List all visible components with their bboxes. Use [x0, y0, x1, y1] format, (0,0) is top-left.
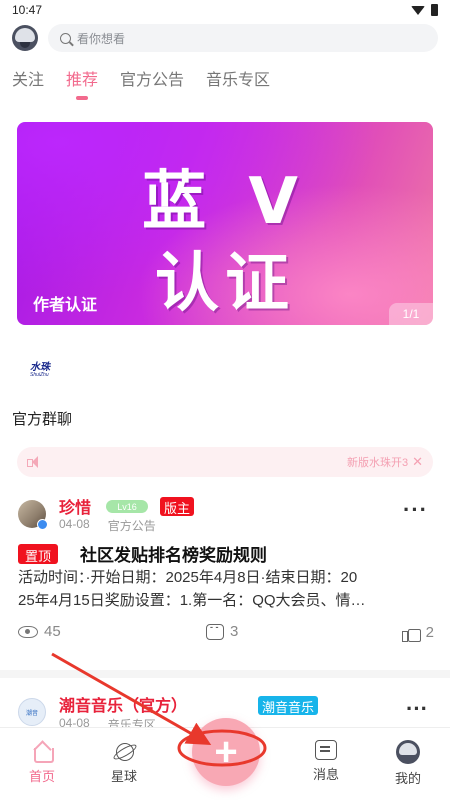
shuizhu-logo[interactable]: 水珠 ShuiZhu [30, 358, 70, 380]
banner-headline-line1: 蓝 V [142, 165, 308, 239]
post-stats: 45 3 2 [18, 622, 434, 645]
search-row: 看你想看 [12, 24, 438, 52]
wifi-icon [411, 5, 425, 15]
post-category: 官方公告 [107, 519, 156, 533]
comment-icon [206, 622, 224, 640]
tab-music-zone[interactable]: 音乐专区 [206, 66, 270, 100]
search-placeholder: 看你想看 [77, 31, 126, 46]
status-icons [411, 4, 438, 16]
verified-badge-icon [37, 519, 48, 530]
nav-planet[interactable]: 星球 [94, 740, 154, 785]
post2-more-options-button[interactable]: ··· [406, 698, 428, 720]
status-time: 10:47 [12, 3, 43, 17]
thumbs-up-icon [401, 623, 421, 642]
views-count: 45 [44, 623, 61, 640]
banner-page-indicator: 1/1 [389, 303, 433, 325]
tab-recommend[interactable]: 推荐 [66, 66, 98, 100]
post-date: 04-08 [59, 517, 90, 531]
group-chat-title: 官方群聊 [12, 411, 73, 428]
search-input[interactable]: 看你想看 [48, 24, 438, 52]
nav-messages-label: 消息 [312, 767, 339, 782]
tab-official-announcements[interactable]: 官方公告 [120, 66, 184, 100]
banner-carousel[interactable]: 蓝 V 认证 作者认证 1/1 [17, 122, 433, 325]
comments-button[interactable]: 3 [206, 622, 239, 640]
views-stat: 45 [18, 623, 61, 640]
post-title[interactable]: 社区发贴排名榜奖励规则 [80, 541, 267, 566]
notice-bar[interactable]: 新版水珠开3 ✕ [17, 447, 433, 477]
tab-follow[interactable]: 关注 [12, 66, 44, 100]
post-author-name[interactable]: 珍惜 [59, 494, 91, 518]
user-avatar[interactable] [12, 25, 38, 51]
level-badge: Lv16 [106, 500, 148, 513]
nav-home[interactable]: 首页 [12, 740, 72, 785]
shuizhu-logo-text: 水珠 [30, 362, 50, 373]
notice-text: 新版水珠开3 [346, 457, 409, 469]
profile-icon [396, 740, 420, 764]
nav-home-label: 首页 [28, 769, 55, 784]
like-button[interactable]: 2 [401, 623, 434, 642]
post-divider [0, 670, 450, 678]
search-icon [60, 32, 71, 44]
eye-icon [18, 625, 38, 638]
nav-profile-label: 我的 [394, 771, 421, 786]
battery-icon [431, 4, 438, 16]
post-body-line2: 25年4月15日奖励设置：1.第一名：QQ大会员、情… [18, 592, 366, 609]
post2-author-avatar[interactable]: 潮音 [18, 698, 46, 726]
more-options-button[interactable]: ··· [403, 499, 428, 521]
pinned-badge: 置顶 [18, 544, 59, 564]
post2-tag-badge: 潮音音乐 [258, 696, 319, 715]
home-icon [31, 740, 54, 763]
post-meta: 04-08 官方公告 [59, 517, 156, 534]
shuizhu-logo-subtext: ShuiZhu [30, 372, 49, 378]
post2-author-name[interactable]: 潮音音乐（官方） [59, 692, 187, 716]
post-author-avatar[interactable] [18, 500, 48, 530]
close-icon[interactable]: ✕ [412, 454, 423, 470]
speaker-icon [27, 456, 41, 468]
tab-bar: 关注 推荐 官方公告 音乐专区 [12, 66, 270, 100]
post-body-line1: 活动时间：·开始日期：2025年4月8日·结束日期：20 [18, 569, 358, 586]
annotation-overlay [51, 652, 267, 767]
message-icon [315, 740, 337, 760]
likes-count: 2 [425, 623, 434, 641]
nav-messages[interactable]: 消息 [296, 740, 356, 783]
comments-count: 3 [230, 623, 239, 640]
create-post-button[interactable]: + [192, 718, 260, 786]
moderator-badge: 版主 [160, 497, 195, 516]
post-body[interactable]: 活动时间：·开始日期：2025年4月8日·结束日期：20 25年4月15日奖励设… [18, 566, 434, 612]
status-bar: 10:47 [0, 0, 450, 20]
planet-icon [113, 740, 135, 762]
banner-caption: 作者认证 [33, 297, 98, 314]
nav-profile[interactable]: 我的 [378, 740, 438, 787]
nav-planet-label: 星球 [110, 769, 137, 784]
